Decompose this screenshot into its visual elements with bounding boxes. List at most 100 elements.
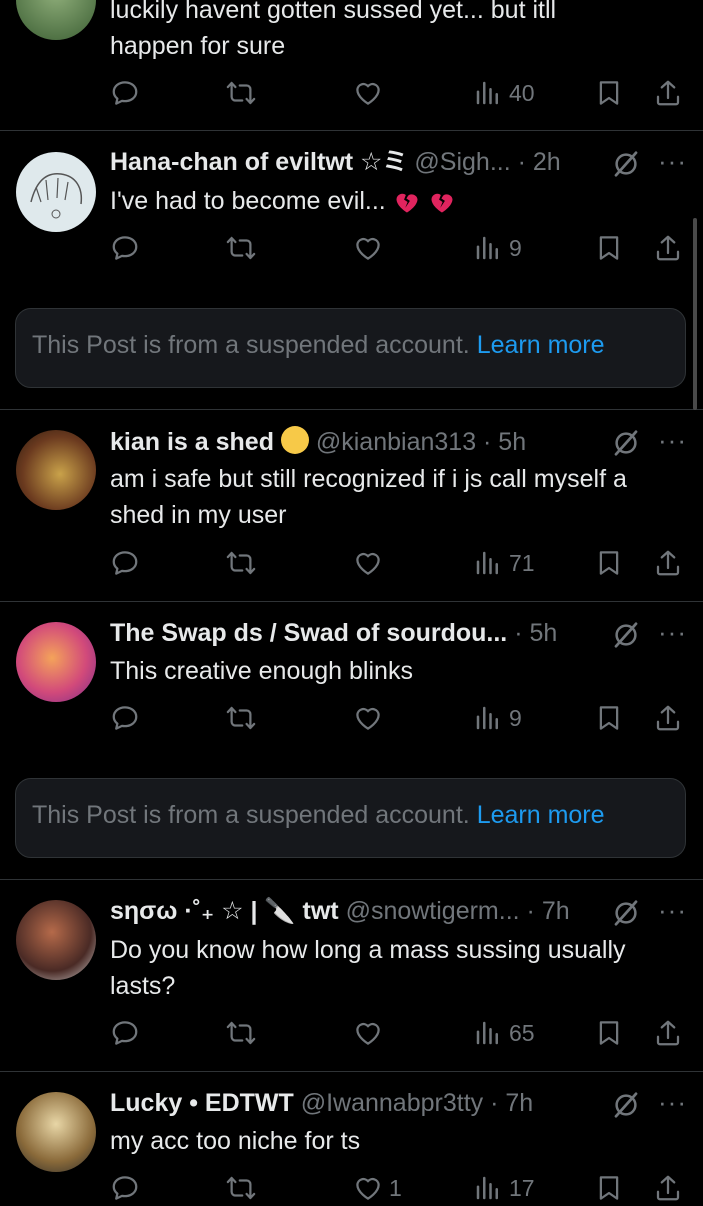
grok-icon[interactable] — [611, 149, 641, 179]
retweet-button[interactable] — [226, 700, 256, 736]
grok-icon[interactable] — [611, 898, 641, 928]
like-button[interactable] — [353, 230, 383, 266]
broken-heart-icon — [428, 188, 456, 216]
tweet[interactable]: kian is a shed @kianbian313 · 5h ··· am … — [0, 410, 703, 600]
display-name[interactable]: Lucky • EDTWT — [110, 1089, 294, 1117]
like-icon — [353, 703, 383, 733]
tweet-text: am i safe but still recognized if i js c… — [110, 465, 627, 529]
handle-time[interactable]: @Sigh... · 2h — [414, 148, 560, 176]
tweet-header: The Swap ds / Swad of sourdou... · 5h — [110, 618, 599, 648]
bookmark-button[interactable] — [594, 545, 624, 581]
views-icon — [473, 1173, 503, 1203]
reply-button[interactable] — [110, 545, 140, 581]
handle-time[interactable]: @Iwannabpr3tty · 7h — [301, 1089, 533, 1117]
bookmark-icon — [594, 703, 624, 733]
grok-icon[interactable] — [611, 620, 641, 650]
avatar[interactable] — [16, 1092, 96, 1172]
bookmark-button[interactable] — [594, 700, 624, 736]
tweet[interactable]: luckily havent gotten sussed yet... but … — [0, 0, 703, 130]
grok-icon[interactable] — [611, 1090, 641, 1120]
more-icon[interactable]: ··· — [658, 148, 687, 174]
tweet[interactable]: Hana-chan of eviltwt ☆ミ @Sigh... · 2h ··… — [0, 131, 703, 291]
like-icon — [353, 233, 383, 263]
like-icon — [353, 1018, 383, 1048]
bookmark-button[interactable] — [594, 75, 624, 111]
learn-more-link[interactable]: Learn more — [477, 801, 605, 829]
bookmark-button[interactable] — [594, 1015, 624, 1051]
views-icon — [473, 233, 503, 263]
views-icon — [473, 548, 503, 578]
views-count: 71 — [509, 549, 535, 576]
share-icon — [653, 703, 683, 733]
views-button[interactable]: 65 — [473, 1015, 535, 1051]
more-icon[interactable]: ··· — [658, 427, 687, 453]
views-button[interactable]: 71 — [473, 545, 535, 581]
retweet-button[interactable] — [226, 1170, 256, 1206]
views-count: 40 — [509, 79, 535, 106]
reply-button[interactable] — [110, 700, 140, 736]
more-icon[interactable]: ··· — [658, 619, 687, 645]
avatar[interactable] — [16, 430, 96, 510]
reply-button[interactable] — [110, 1015, 140, 1051]
views-button[interactable]: 9 — [473, 230, 522, 266]
views-icon — [473, 78, 503, 108]
more-icon[interactable]: ··· — [658, 1089, 687, 1115]
scrollbar[interactable] — [693, 218, 697, 410]
tweet-text: Do you know how long a mass sussing usua… — [110, 936, 626, 1000]
tweet-text: my acc too niche for ts — [110, 1127, 361, 1155]
like-button[interactable] — [353, 545, 383, 581]
views-count: 9 — [509, 234, 522, 261]
retweet-button[interactable] — [226, 75, 256, 111]
reply-button[interactable] — [110, 75, 140, 111]
views-button[interactable]: 40 — [473, 75, 535, 111]
retweet-icon — [226, 233, 256, 263]
more-icon[interactable]: ··· — [658, 897, 687, 923]
display-name[interactable]: The Swap ds / Swad of sourdou... — [110, 619, 507, 647]
tweet[interactable]: sησω ·˚₊ ☆ | 🔪 twt @snowtigerm... · 7h ·… — [0, 880, 703, 1070]
tweet-actions: 1 17 — [0, 1170, 703, 1206]
reply-icon — [110, 1173, 140, 1203]
bookmark-button[interactable] — [594, 230, 624, 266]
like-button[interactable] — [353, 1015, 383, 1051]
avatar[interactable] — [16, 152, 96, 232]
like-icon — [353, 78, 383, 108]
grok-icon[interactable] — [611, 428, 641, 458]
tweet[interactable]: The Swap ds / Swad of sourdou... · 5h ··… — [0, 602, 703, 762]
share-button[interactable] — [653, 545, 683, 581]
neutral-face-icon — [280, 426, 309, 454]
retweet-button[interactable] — [226, 230, 256, 266]
views-button[interactable]: 17 — [473, 1170, 535, 1206]
like-button[interactable] — [353, 75, 383, 111]
retweet-button[interactable] — [226, 1015, 256, 1051]
learn-more-link[interactable]: Learn more — [477, 331, 605, 359]
like-button[interactable]: 1 — [353, 1170, 402, 1206]
bookmark-button[interactable] — [594, 1170, 624, 1206]
share-button[interactable] — [653, 1015, 683, 1051]
retweet-button[interactable] — [226, 545, 256, 581]
handle-time[interactable]: @snowtigerm... · 7h — [346, 897, 570, 925]
reply-button[interactable] — [110, 230, 140, 266]
tweet-text: This creative enough blinks — [110, 657, 413, 685]
reply-button[interactable] — [110, 1170, 140, 1206]
tweet-actions: 9 — [0, 230, 703, 266]
like-button[interactable] — [353, 700, 383, 736]
share-button[interactable] — [653, 1170, 683, 1206]
tweet-actions: 65 — [0, 1015, 703, 1051]
tweet-header: Hana-chan of eviltwt ☆ミ @Sigh... · 2h — [110, 147, 599, 177]
avatar[interactable] — [16, 900, 96, 980]
avatar[interactable] — [16, 622, 96, 702]
handle-time[interactable]: · 5h — [514, 619, 557, 647]
suspended-message: This Post is from a suspended account. — [32, 801, 470, 829]
suspended-message: This Post is from a suspended account. — [32, 331, 470, 359]
handle-time[interactable]: @kianbian313 · 5h — [316, 428, 526, 456]
display-name[interactable]: sησω ·˚₊ ☆ | 🔪 twt — [110, 897, 339, 925]
share-button[interactable] — [653, 700, 683, 736]
views-button[interactable]: 9 — [473, 700, 522, 736]
display-name[interactable]: Hana-chan of eviltwt ☆ミ — [110, 148, 407, 176]
display-name[interactable]: kian is a shed — [110, 428, 274, 456]
share-button[interactable] — [653, 230, 683, 266]
share-button[interactable] — [653, 75, 683, 111]
tweet-text: luckily havent gotten sussed yet... but … — [110, 0, 557, 60]
tweet[interactable]: Lucky • EDTWT @Iwannabpr3tty · 7h ··· my… — [0, 1072, 703, 1201]
avatar[interactable] — [16, 0, 96, 40]
